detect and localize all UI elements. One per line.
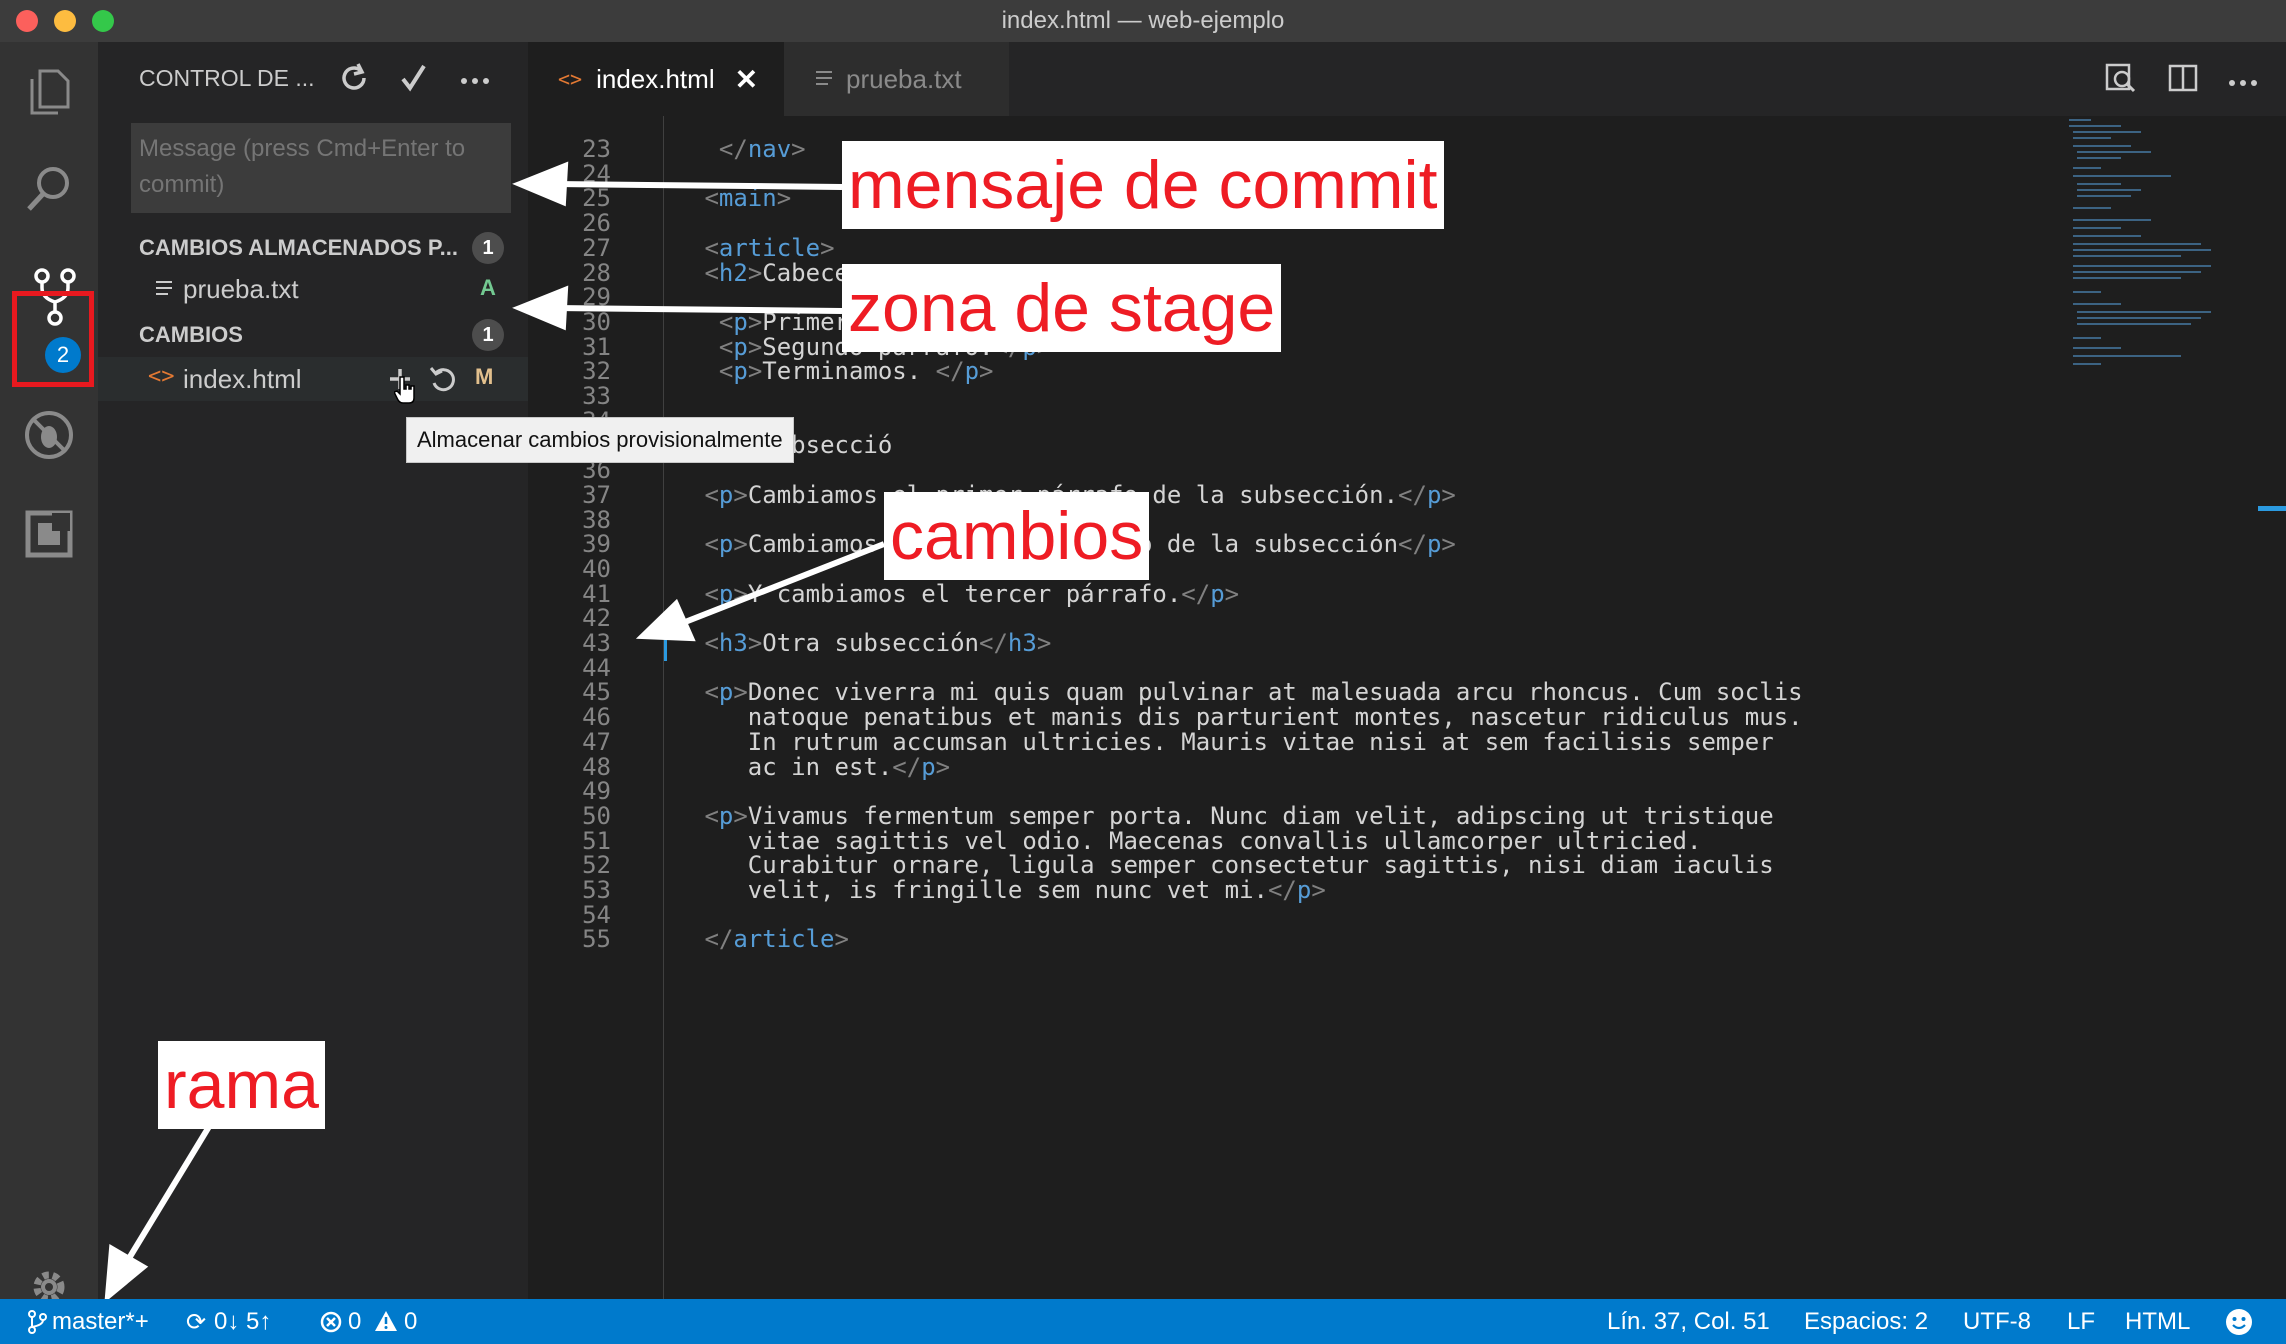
end-of-line[interactable]: LF: [2067, 1308, 2095, 1336]
annotation-commit-message: mensaje de commit: [842, 141, 1444, 229]
language-mode[interactable]: HTML: [2125, 1308, 2190, 1336]
warning-icon[interactable]: [374, 1310, 398, 1339]
error-count[interactable]: 0: [348, 1308, 361, 1336]
feedback-smiley-icon[interactable]: [2225, 1308, 2253, 1343]
annotation-stage-area: zona de stage: [842, 264, 1282, 352]
encoding[interactable]: UTF-8: [1963, 1308, 2031, 1336]
sync-status[interactable]: 0↓ 5↑: [214, 1308, 271, 1336]
status-bar: master*+ ⟳ 0↓ 5↑ 0 0 Lín. 37, Col. 51 Es…: [0, 1299, 2286, 1344]
warning-count[interactable]: 0: [404, 1308, 417, 1336]
annotation-branch: rama: [158, 1041, 325, 1129]
sync-icon[interactable]: ⟳: [186, 1308, 206, 1337]
cursor-position[interactable]: Lín. 37, Col. 51: [1607, 1308, 1770, 1336]
annotation-changes: cambios: [884, 492, 1150, 580]
indentation[interactable]: Espacios: 2: [1804, 1308, 1928, 1336]
error-icon[interactable]: [320, 1311, 342, 1340]
branch-icon: [26, 1309, 48, 1342]
branch-name[interactable]: master*+: [52, 1308, 149, 1336]
